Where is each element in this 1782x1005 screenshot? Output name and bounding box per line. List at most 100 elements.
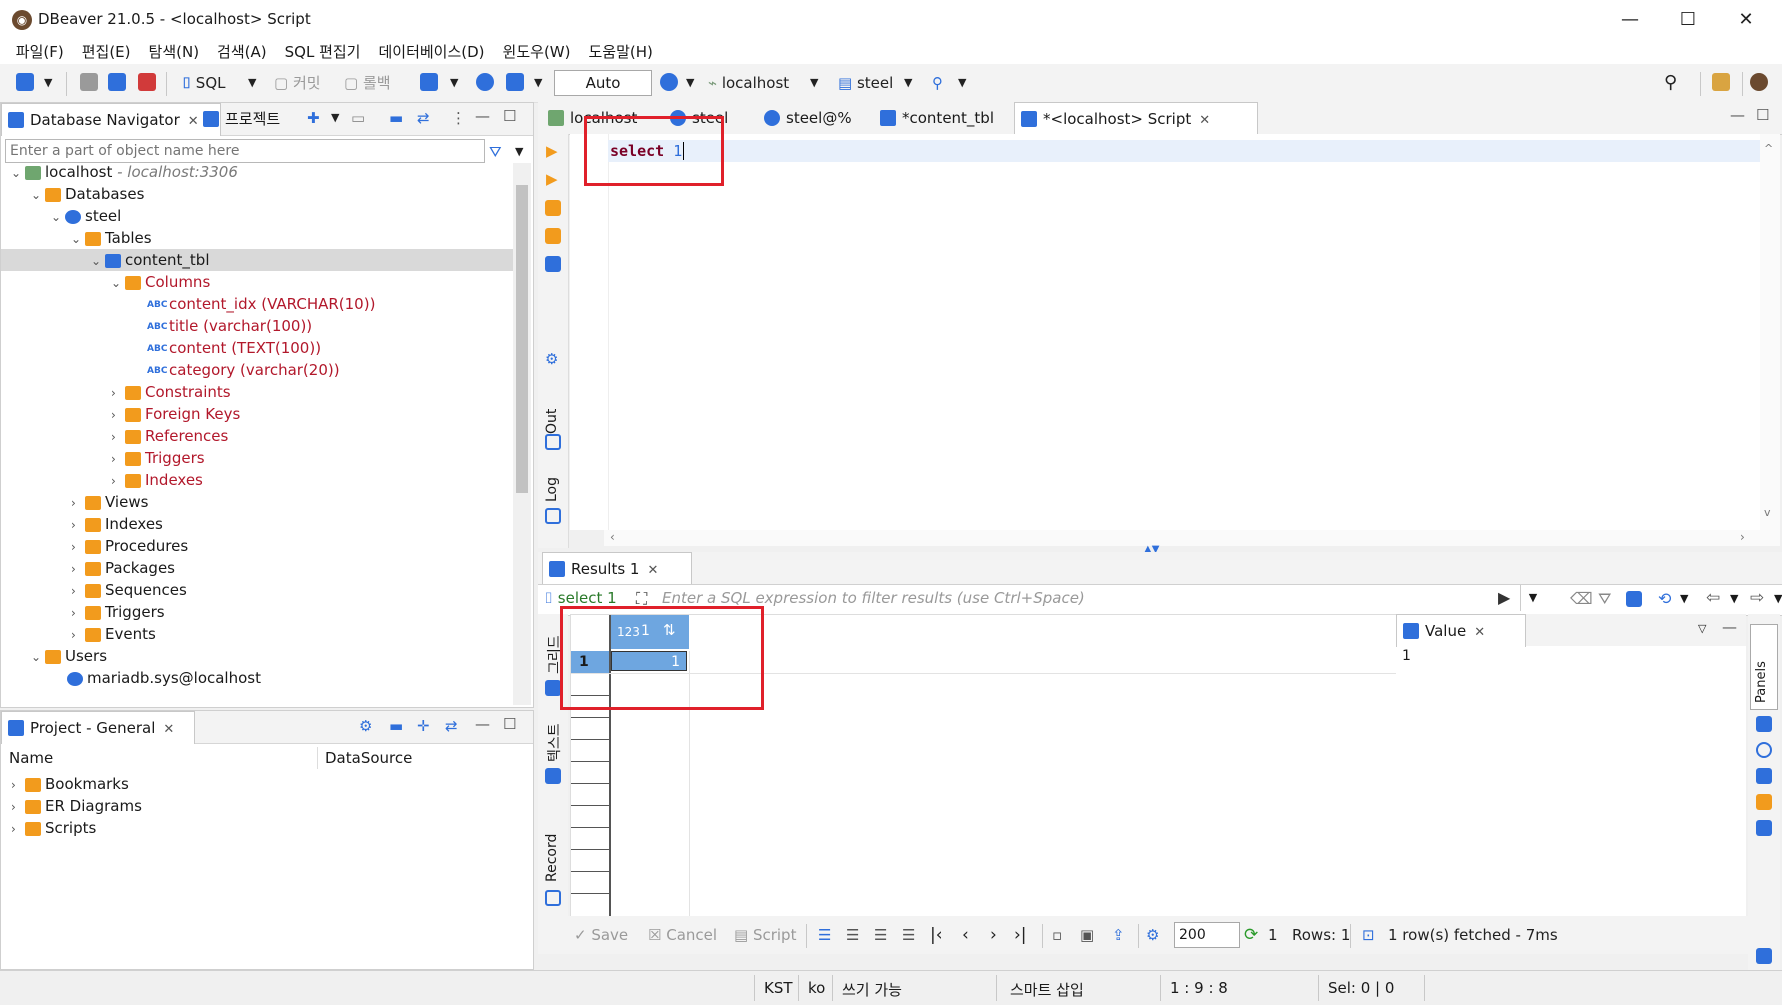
add-row-icon[interactable]: ☰ (846, 924, 859, 946)
column-header-name[interactable]: Name (9, 749, 53, 767)
menu-navigate[interactable]: 탐색(N) (140, 40, 209, 64)
gear-icon[interactable]: ⚙ (545, 348, 558, 370)
minimize-panel-icon[interactable]: — (1722, 616, 1737, 638)
search-icon[interactable]: ⚲ (932, 72, 943, 94)
history-icon[interactable] (660, 73, 678, 91)
tab-database-navigator[interactable]: Database Navigator ✕ (1, 103, 221, 136)
fetch-all-icon[interactable]: ▣ (1080, 924, 1094, 946)
next-page-icon[interactable]: › (990, 924, 997, 946)
maximize-panel-icon[interactable]: ☐ (503, 105, 516, 127)
menu-sql-editor[interactable]: SQL 편집기 (276, 40, 370, 64)
tab-content-tbl[interactable]: *content_tbl (874, 102, 994, 134)
new-connection-icon[interactable] (16, 73, 34, 91)
chevron-down-icon[interactable]: ▼ (515, 141, 523, 163)
link-with-editor-icon[interactable]: ⇄ (417, 107, 430, 129)
maximize-button[interactable]: ☐ (1658, 6, 1718, 34)
global-search-icon[interactable]: ⚲ (1664, 72, 1677, 94)
disconnect-icon[interactable] (80, 73, 98, 91)
view-menu-icon[interactable]: ⋮ (451, 107, 466, 129)
project-item-er-diagrams[interactable]: › ER Diagrams (11, 795, 142, 817)
restore-icon[interactable] (1756, 948, 1772, 964)
tree-node-foreign-keys[interactable]: › Foreign Keys (111, 403, 240, 425)
tree-node-triggers[interactable]: › Triggers (71, 601, 165, 623)
tree-node-steel[interactable]: ⌄ steel (51, 205, 121, 227)
results-filter-input[interactable]: Enter a SQL expression to filter results… (662, 589, 1494, 607)
record-icon[interactable] (545, 890, 561, 906)
chevron-down-icon[interactable]: ▼ (1680, 592, 1688, 605)
new-folder-icon[interactable]: ▭ (351, 107, 365, 129)
minimize-panel-icon[interactable]: — (475, 105, 490, 127)
chevron-down-icon[interactable]: ▼ (958, 72, 966, 94)
chevron-down-icon[interactable]: ▼ (1730, 592, 1738, 605)
editor-scrollbar-vertical[interactable]: ^ v (1760, 134, 1780, 530)
close-icon[interactable]: ✕ (1199, 113, 1210, 128)
save-filter-icon[interactable] (1626, 591, 1642, 607)
explain-plan-icon[interactable] (545, 256, 561, 272)
menu-window[interactable]: 윈도우(W) (494, 40, 580, 64)
tree-node-columns[interactable]: ⌄ Columns (111, 271, 210, 293)
chevron-down-icon[interactable]: ▽ (1698, 618, 1706, 640)
fetch-size-input[interactable]: 200 (1174, 922, 1240, 948)
connect-icon[interactable] (108, 73, 126, 91)
tab-projects[interactable]: 프로젝트 (197, 103, 280, 135)
output-toggle[interactable]: Out (544, 409, 560, 434)
active-schema-selector[interactable]: ▤ steel (838, 72, 893, 94)
filter-history-dropdown[interactable]: ▼ (1520, 585, 1545, 611)
tree-node-databases[interactable]: ⌄ Databases (31, 183, 144, 205)
panels-toggle[interactable]: Panels (1750, 624, 1778, 710)
tab-steel-user[interactable]: steel@% (758, 102, 852, 134)
active-connection-selector[interactable]: ⌁ localhost (708, 72, 789, 94)
tree-node-column[interactable]: ABC category (varchar(20)) (147, 359, 340, 381)
apply-filter-icon[interactable]: ▶ (1498, 588, 1510, 607)
expand-icon[interactable]: ✛ (417, 715, 430, 737)
log-toggle[interactable]: Log (544, 477, 560, 502)
text-icon[interactable] (545, 768, 561, 784)
open-perspective-icon[interactable] (1712, 73, 1730, 91)
sql-editor-button[interactable]: ⌷ SQL (182, 72, 225, 94)
gear-icon[interactable]: ⚙ (359, 715, 372, 737)
cancel-button[interactable]: ☒ Cancel (648, 924, 717, 946)
chevron-down-icon[interactable]: ▼ (44, 72, 52, 94)
chevron-down-icon[interactable]: ▼ (331, 107, 339, 129)
navigator-scrollbar[interactable] (513, 163, 531, 705)
tree-node-views[interactable]: › Views (71, 491, 148, 513)
tree-node-table-triggers[interactable]: › Triggers (111, 447, 205, 469)
tree-node-column[interactable]: ABC content (TEXT(100)) (147, 337, 321, 359)
link-with-editor-icon[interactable]: ⇄ (445, 715, 458, 737)
minimize-button[interactable]: — (1600, 6, 1660, 34)
tree-node-constraints[interactable]: › Constraints (111, 381, 231, 403)
tree-node-content-tbl[interactable]: ⌄ content_tbl (91, 249, 210, 271)
save-button[interactable]: ✓ Save (574, 924, 628, 946)
menu-edit[interactable]: 편집(E) (73, 40, 140, 64)
maximize-panel-icon[interactable]: ☐ (1756, 104, 1769, 126)
tree-node-events[interactable]: › Events (71, 623, 156, 645)
tab-results-1[interactable]: Results 1 ✕ (542, 552, 692, 585)
grid-icon[interactable] (545, 680, 561, 696)
menu-database[interactable]: 데이터베이스(D) (369, 40, 493, 64)
chevron-down-icon[interactable]: ▼ (1774, 592, 1782, 605)
metadata-icon[interactable] (1756, 716, 1772, 732)
refresh-icon[interactable]: ⟳ (1244, 924, 1258, 946)
back-icon[interactable]: ⇦ (1706, 588, 1720, 608)
grouping-icon[interactable] (1756, 768, 1772, 784)
column-header-datasource[interactable]: DataSource (325, 749, 412, 767)
project-item-bookmarks[interactable]: › Bookmarks (11, 773, 129, 795)
script-button[interactable]: ▤ Script (734, 924, 796, 946)
tab-project-general[interactable]: Project - General ✕ (1, 711, 195, 744)
query-chip[interactable]: ⌷ select 1 (544, 589, 617, 607)
commit-button[interactable]: ▢ 커밋 (274, 72, 321, 94)
dbeaver-perspective-icon[interactable] (1750, 73, 1768, 91)
chevron-down-icon[interactable]: ▼ (810, 72, 818, 94)
fetch-next-icon[interactable]: ▫ (1052, 924, 1062, 946)
close-icon[interactable]: ✕ (647, 563, 658, 578)
delete-row-icon[interactable]: ☰ (902, 924, 915, 946)
maximize-panel-icon[interactable]: ☐ (503, 713, 516, 735)
references-icon[interactable] (1756, 794, 1772, 810)
tree-node-sequences[interactable]: › Sequences (71, 579, 187, 601)
menu-help[interactable]: 도움말(H) (579, 40, 661, 64)
disconnect-all-icon[interactable] (138, 73, 156, 91)
execute-statement-icon[interactable]: ▶ (546, 140, 558, 162)
close-icon[interactable]: ✕ (1474, 625, 1485, 640)
eraser-icon[interactable]: ⌫ (1570, 589, 1593, 608)
gear-icon[interactable]: ⚙ (1146, 924, 1159, 946)
